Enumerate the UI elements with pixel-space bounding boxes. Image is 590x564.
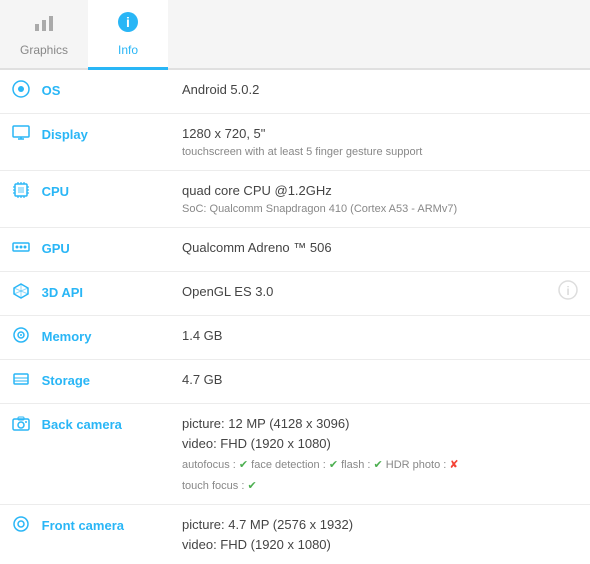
row-memory: Memory 1.4 GB — [0, 316, 590, 360]
display-icon — [12, 124, 30, 147]
cpu-icon — [12, 181, 30, 204]
os-label: OS — [42, 83, 61, 98]
os-value: Android 5.0.2 — [170, 70, 590, 114]
back-camera-value: picture: 12 MP (4128 x 3096) video: FHD … — [170, 404, 590, 505]
storage-value: 4.7 GB — [170, 360, 590, 404]
gpu-value: Qualcomm Adreno ™ 506 — [170, 228, 590, 272]
tab-graphics-label: Graphics — [20, 43, 68, 57]
row-3dapi: 3D API OpenGL ES 3.0 i — [0, 272, 590, 316]
front-camera-value: picture: 4.7 MP (2576 x 1932) video: FHD… — [170, 505, 590, 564]
row-cpu: CPU quad core CPU @1.2GHz SoC: Qualcomm … — [0, 171, 590, 228]
info-table: OS Android 5.0.2 Display 1280 x 720, 5" … — [0, 70, 590, 564]
3dapi-icon — [12, 282, 30, 305]
display-label: Display — [42, 127, 88, 142]
row-front-camera: Front camera picture: 4.7 MP (2576 x 193… — [0, 505, 590, 564]
gpu-icon — [12, 238, 30, 261]
memory-label: Memory — [42, 329, 92, 344]
tab-bar: Graphics i Info — [0, 0, 590, 70]
3dapi-label: 3D API — [42, 285, 83, 300]
gpu-label: GPU — [42, 241, 70, 256]
storage-label: Storage — [42, 373, 90, 388]
back-camera-icon — [12, 414, 30, 437]
graphics-icon — [32, 10, 56, 40]
row-display: Display 1280 x 720, 5" touchscreen with … — [0, 114, 590, 171]
memory-icon — [12, 326, 30, 349]
memory-value: 1.4 GB — [170, 316, 590, 360]
opengl-info-icon[interactable]: i — [558, 280, 578, 308]
svg-text:i: i — [126, 14, 130, 30]
storage-icon — [12, 370, 30, 393]
3dapi-value: OpenGL ES 3.0 i — [170, 272, 590, 316]
cpu-value: quad core CPU @1.2GHz SoC: Qualcomm Snap… — [170, 171, 590, 228]
row-back-camera: Back camera picture: 12 MP (4128 x 3096)… — [0, 404, 590, 505]
front-camera-label: Front camera — [42, 518, 124, 533]
display-value: 1280 x 720, 5" touchscreen with at least… — [170, 114, 590, 171]
info-icon-tab: i — [116, 10, 140, 40]
front-camera-icon — [12, 515, 30, 538]
tab-info-label: Info — [118, 43, 138, 57]
row-storage: Storage 4.7 GB — [0, 360, 590, 404]
row-gpu: GPU Qualcomm Adreno ™ 506 — [0, 228, 590, 272]
row-os: OS Android 5.0.2 — [0, 70, 590, 114]
back-camera-label: Back camera — [42, 417, 122, 432]
cpu-label: CPU — [42, 184, 69, 199]
svg-text:i: i — [566, 284, 569, 298]
tab-graphics[interactable]: Graphics — [0, 0, 88, 70]
os-icon — [12, 80, 30, 103]
tab-info[interactable]: i Info — [88, 0, 168, 70]
